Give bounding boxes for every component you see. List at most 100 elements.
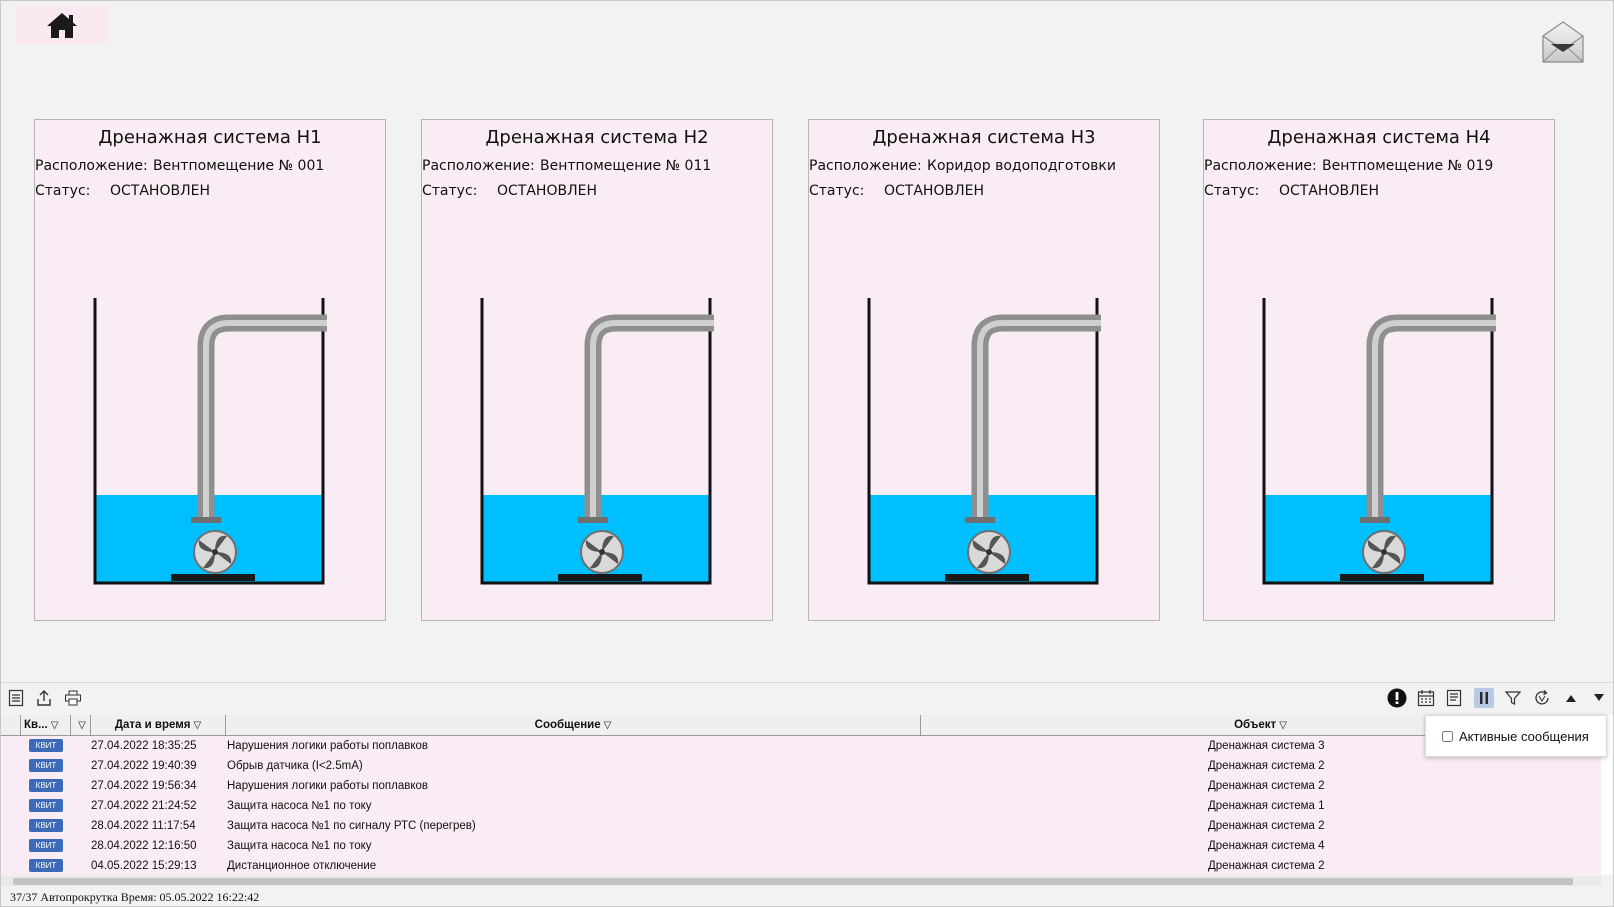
pump-base	[1340, 574, 1424, 581]
tank-pump-diagram	[867, 298, 1101, 585]
pause-icon[interactable]	[1474, 688, 1494, 708]
drainage-panel-2[interactable]: Дренажная система Н2 Расположение: Вентпо…	[421, 119, 773, 621]
status-row: Статус: ОСТАНОВЛЕН	[809, 183, 984, 199]
status-value: ОСТАНОВЛЕН	[497, 183, 597, 199]
table-row[interactable]: КВИТ 27.04.2022 21:24:52 Защита насоса №…	[1, 796, 1601, 817]
discharge-pipe	[584, 314, 714, 521]
location-row: Расположение: Коридор водоподготовки	[809, 158, 1116, 174]
location-label: Расположение:	[1204, 158, 1317, 174]
header-datetime-column[interactable]: Дата и время ▽	[91, 715, 226, 735]
pump-base	[945, 574, 1029, 581]
status-label: Статус:	[1204, 183, 1260, 199]
pipe-flange	[1360, 517, 1390, 523]
row-object: Дренажная система 2	[1208, 760, 1325, 772]
row-message: Защита насоса №1 по току	[227, 840, 372, 852]
location-label: Расположение:	[809, 158, 922, 174]
panel-title: Дренажная система Н4	[1267, 127, 1491, 148]
home-button[interactable]	[16, 6, 108, 44]
status-label: Статус:	[422, 183, 478, 199]
filter-icon[interactable]: ▽	[1279, 720, 1287, 731]
status-label: Статус:	[35, 183, 91, 199]
acknowledge-button[interactable]: КВИТ	[29, 779, 63, 792]
header-select-column[interactable]	[1, 715, 21, 735]
table-row[interactable]: КВИТ 28.04.2022 12:16:50 Защита насоса №…	[1, 836, 1601, 857]
print-icon[interactable]	[63, 688, 83, 708]
table-row[interactable]: КВИТ 28.04.2022 11:17:54 Защита насоса №…	[1, 816, 1601, 837]
drainage-panel-1[interactable]: Дренажная система Н1 Расположение: Вентпо…	[34, 119, 386, 621]
refresh-icon[interactable]	[1532, 688, 1552, 708]
header-message-column[interactable]: Сообщение ▽	[226, 715, 921, 735]
scrollbar-thumb[interactable]	[13, 878, 1573, 885]
home-icon	[47, 13, 77, 38]
acknowledge-button[interactable]: КВИТ	[29, 799, 63, 812]
location-row: Расположение: Вентпомещение № 001	[35, 158, 324, 174]
location-row: Расположение: Вентпомещение № 011	[422, 158, 711, 174]
horizontal-scrollbar[interactable]	[1, 876, 1601, 886]
filter-icon[interactable]: ▽	[78, 720, 86, 731]
location-label: Расположение:	[422, 158, 535, 174]
header-ack-column[interactable]: Кв... ▽	[21, 715, 71, 735]
table-row[interactable]: КВИТ 27.04.2022 19:56:34 Нарушения логик…	[1, 776, 1601, 797]
drainage-panel-3[interactable]: Дренажная система Н3 Расположение: Коридо…	[808, 119, 1160, 621]
acknowledge-button[interactable]: КВИТ	[29, 739, 63, 752]
discharge-pipe	[197, 314, 327, 521]
location-value: Вентпомещение № 001	[153, 158, 325, 174]
location-value: Вентпомещение № 011	[540, 158, 712, 174]
header-filter-column[interactable]: ▽	[71, 715, 91, 735]
table-header: Кв... ▽ ▽ Дата и время ▽ Сообщение ▽ Объект…	[1, 715, 1601, 736]
report-icon[interactable]	[1444, 688, 1464, 708]
status-label: Статус:	[809, 183, 865, 199]
row-datetime: 28.04.2022 12:16:50	[91, 840, 197, 852]
alarm-table: Кв... ▽ ▽ Дата и время ▽ Сообщение ▽ Объект…	[1, 715, 1613, 876]
acknowledge-button[interactable]: КВИТ	[29, 819, 63, 832]
table-row[interactable]: КВИТ 04.05.2022 15:29:13 Дистанционное о…	[1, 856, 1601, 876]
location-row: Расположение: Вентпомещение № 019	[1204, 158, 1493, 174]
acknowledge-button[interactable]: КВИТ	[29, 839, 63, 852]
row-message: Обрыв датчика (I<2.5mA)	[227, 760, 363, 772]
row-object: Дренажная система 1	[1208, 800, 1325, 812]
filter-icon[interactable]: ▽	[51, 720, 59, 731]
table-row[interactable]: КВИТ 27.04.2022 18:35:25 Нарушения логик…	[1, 736, 1601, 757]
table-row[interactable]: КВИТ 27.04.2022 19:40:39 Обрыв датчика (…	[1, 756, 1601, 777]
panel-title: Дренажная система Н2	[485, 127, 709, 148]
row-message: Нарушения логики работы поплавков	[227, 780, 429, 792]
row-datetime: 27.04.2022 21:24:52	[91, 800, 197, 812]
status-value: ОСТАНОВЛЕН	[1279, 183, 1379, 199]
filter-icon[interactable]	[1503, 688, 1523, 708]
row-message: Защита насоса №1 по току	[227, 800, 372, 812]
active-messages-checkbox[interactable]	[1442, 730, 1453, 742]
drainage-panel-4[interactable]: Дренажная система Н4 Расположение: Вентпо…	[1203, 119, 1555, 621]
row-datetime: 27.04.2022 18:35:25	[91, 740, 197, 752]
arrow-up-icon[interactable]	[1561, 688, 1581, 708]
row-datetime: 28.04.2022 11:17:54	[91, 820, 196, 832]
calendar-icon[interactable]	[1416, 688, 1436, 708]
filter-icon[interactable]: ▽	[604, 720, 612, 731]
location-label: Расположение:	[35, 158, 148, 174]
panel-title: Дренажная система Н3	[872, 127, 1096, 148]
discharge-pipe	[971, 314, 1101, 521]
active-messages-popup: Активные сообщения	[1425, 715, 1607, 757]
acknowledge-button[interactable]: КВИТ	[29, 759, 63, 772]
row-object: Дренажная система 2	[1208, 820, 1325, 832]
filter-icon[interactable]: ▽	[193, 720, 201, 731]
status-row: Статус: ОСТАНОВЛЕН	[35, 183, 210, 199]
pump-base	[171, 574, 255, 581]
pipe-flange	[578, 517, 608, 523]
row-message: Нарушения логики работы поплавков	[227, 740, 429, 752]
status-row: Статус: ОСТАНОВЛЕН	[1204, 183, 1379, 199]
status-row: Статус: ОСТАНОВЛЕН	[422, 183, 597, 199]
tank-pump-diagram	[480, 298, 714, 585]
row-object: Дренажная система 3	[1208, 740, 1325, 752]
list-icon[interactable]	[6, 688, 26, 708]
alarm-icon[interactable]	[1387, 688, 1407, 708]
messages-button[interactable]	[1540, 18, 1586, 66]
tank-pump-diagram	[93, 298, 327, 585]
row-object: Дренажная система 2	[1208, 780, 1325, 792]
acknowledge-button[interactable]: КВИТ	[29, 859, 63, 872]
status-bar: 37/37 Автопрокрутка Время: 05.05.2022 16…	[10, 890, 260, 904]
arrow-down-icon[interactable]	[1589, 688, 1609, 708]
status-value: ОСТАНОВЛЕН	[884, 183, 984, 199]
row-datetime: 27.04.2022 19:40:39	[91, 760, 197, 772]
active-messages-label[interactable]: Активные сообщения	[1459, 729, 1589, 744]
export-icon[interactable]	[34, 688, 54, 708]
